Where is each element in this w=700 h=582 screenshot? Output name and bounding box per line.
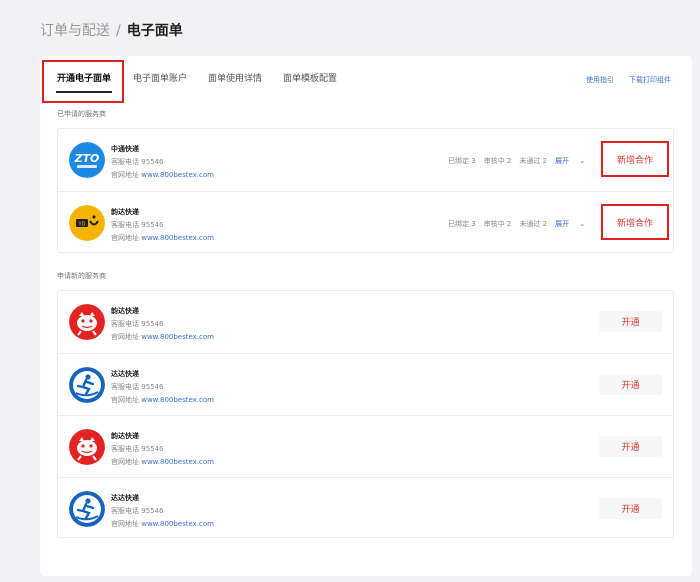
tab-eface-account[interactable]: 电子面单账户 [133, 73, 187, 85]
provider-row: 韵达快递 客服电话 95546 官网地址 www.800bestex.com 开… [58, 291, 673, 353]
phone-label: 客服电话 [111, 445, 139, 453]
website-label: 官网地址 [111, 171, 139, 179]
website-label: 官网地址 [111, 396, 139, 404]
provider-phone: 客服电话 95546 [111, 444, 164, 454]
reviewing-count: 审核中 2 [483, 220, 512, 228]
open-service-button[interactable]: 开通 [599, 498, 662, 519]
tab-active-underline [56, 91, 112, 93]
applied-provider-list: ZTO 中通快递 客服电话 95546 官网地址 www.800bestex.c… [57, 128, 674, 253]
rejected-count: 未通过 2 [519, 157, 548, 165]
website-label: 官网地址 [111, 458, 139, 466]
provider-name: 达达快递 [111, 370, 139, 378]
phone-value: 95546 [141, 445, 164, 453]
phone-value: 95546 [141, 320, 164, 328]
expand-toggle[interactable]: 展开 ⌄ [555, 157, 593, 165]
dada-logo-icon [69, 367, 105, 403]
phone-value: 95546 [141, 507, 164, 515]
provider-row: YD 韵达快递 客服电话 95546 官网地址 www.800bestex.co… [58, 191, 673, 253]
bound-count: 已绑定 3 [448, 157, 476, 165]
phone-value: 95546 [141, 158, 164, 166]
provider-row: 达达快递 客服电话 95546 官网地址 www.800bestex.com 开… [58, 477, 673, 539]
provider-name: 中通快递 [111, 145, 139, 153]
provider-phone: 客服电话 95546 [111, 506, 164, 516]
provider-name: 韵达快递 [111, 307, 139, 315]
phone-label: 客服电话 [111, 383, 139, 391]
download-print-component-link[interactable]: 下载打印组件 [629, 75, 671, 85]
expand-label: 展开 [555, 220, 570, 228]
website-link[interactable]: www.800bestex.com [141, 396, 214, 404]
provider-row: 韵达快递 客服电话 95546 官网地址 www.800bestex.com 开… [58, 415, 673, 477]
breadcrumb-parent[interactable]: 订单与配送 [40, 23, 110, 39]
tab-usage-detail[interactable]: 面单使用详情 [208, 73, 262, 85]
provider-website: 官网地址 www.800bestex.com [111, 332, 214, 342]
website-label: 官网地址 [111, 234, 139, 242]
provider-phone: 客服电话 95546 [111, 220, 164, 230]
website-link[interactable]: www.800bestex.com [141, 171, 214, 179]
svg-text:YD: YD [78, 222, 86, 228]
jd-logo-icon [69, 304, 105, 340]
website-link[interactable]: www.800bestex.com [141, 234, 214, 242]
provider-name: 韵达快递 [111, 432, 139, 440]
provider-row: 达达快递 客服电话 95546 官网地址 www.800bestex.com 开… [58, 353, 673, 415]
website-label: 官网地址 [111, 520, 139, 528]
tab-open-eface[interactable]: 开通电子面单 [57, 73, 111, 85]
phone-label: 客服电话 [111, 507, 139, 515]
website-label: 官网地址 [111, 333, 139, 341]
chevron-down-icon: ⌄ [577, 157, 586, 165]
applied-section-title: 已申请的服务商 [57, 110, 106, 118]
phone-label: 客服电话 [111, 320, 139, 328]
website-link[interactable]: www.800bestex.com [141, 333, 214, 341]
zto-logo-icon: ZTO [69, 142, 105, 178]
new-provider-list: 韵达快递 客服电话 95546 官网地址 www.800bestex.com 开… [57, 290, 674, 538]
phone-label: 客服电话 [111, 158, 139, 166]
tab-bar: 开通电子面单 电子面单账户 面单使用详情 面单模板配置 使用指引 下载打印组件 [40, 56, 692, 106]
chevron-down-icon: ⌄ [577, 220, 586, 228]
provider-phone: 客服电话 95546 [111, 382, 164, 392]
provider-website: 官网地址 www.800bestex.com [111, 395, 214, 405]
open-service-button[interactable]: 开通 [599, 311, 662, 332]
add-cooperation-button[interactable]: 新增合作 [601, 204, 669, 240]
provider-website: 官网地址 www.800bestex.com [111, 519, 214, 529]
svg-text:ZTO: ZTO [74, 152, 100, 165]
add-cooperation-button[interactable]: 新增合作 [601, 141, 669, 177]
phone-value: 95546 [141, 383, 164, 391]
new-section-title: 申请新的服务商 [57, 272, 106, 280]
guide-link[interactable]: 使用指引 [586, 75, 614, 85]
page-title: 电子面单 [126, 23, 183, 39]
dada-logo-icon [69, 491, 105, 527]
open-service-button[interactable]: 开通 [599, 374, 662, 395]
website-link[interactable]: www.800bestex.com [141, 520, 214, 528]
rejected-count: 未通过 2 [519, 220, 548, 228]
provider-phone: 客服电话 95546 [111, 157, 164, 167]
expand-label: 展开 [555, 157, 570, 165]
expand-toggle[interactable]: 展开 ⌄ [555, 220, 593, 228]
provider-phone: 客服电话 95546 [111, 319, 164, 329]
provider-website: 官网地址 www.800bestex.com [111, 233, 214, 243]
provider-website: 官网地址 www.800bestex.com [111, 457, 214, 467]
phone-value: 95546 [141, 221, 164, 229]
provider-stats: 已绑定 3 审核中 2 未通过 2 展开 ⌄ [448, 219, 593, 229]
breadcrumb: 订单与配送 / 电子面单 [40, 21, 183, 41]
provider-row: ZTO 中通快递 客服电话 95546 官网地址 www.800bestex.c… [58, 129, 673, 191]
provider-name: 韵达快递 [111, 208, 139, 216]
website-link[interactable]: www.800bestex.com [141, 458, 214, 466]
breadcrumb-separator: / [116, 23, 121, 39]
provider-stats: 已绑定 3 审核中 2 未通过 2 展开 ⌄ [448, 156, 593, 166]
open-service-button[interactable]: 开通 [599, 436, 662, 457]
jd-logo-icon [69, 429, 105, 465]
phone-label: 客服电话 [111, 221, 139, 229]
tab-template-config[interactable]: 面单模板配置 [283, 73, 337, 85]
provider-website: 官网地址 www.800bestex.com [111, 170, 214, 180]
provider-name: 达达快递 [111, 494, 139, 502]
yunda-logo-icon: YD [69, 205, 105, 241]
bound-count: 已绑定 3 [448, 220, 476, 228]
reviewing-count: 审核中 2 [483, 157, 512, 165]
main-card: 开通电子面单 电子面单账户 面单使用详情 面单模板配置 使用指引 下载打印组件 … [40, 56, 692, 576]
